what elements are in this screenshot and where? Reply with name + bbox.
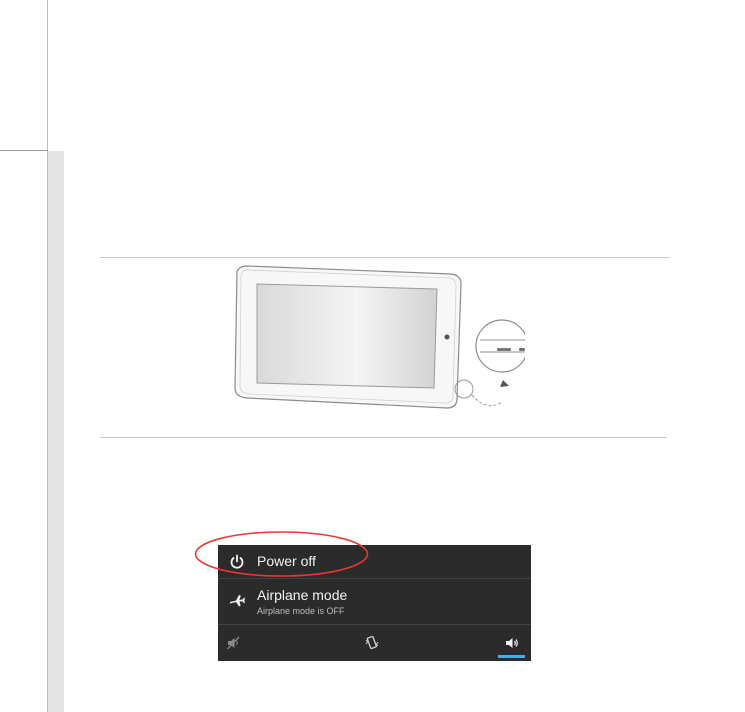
figure-top-rule xyxy=(100,257,670,258)
airplane-mode-option[interactable]: Airplane mode Airplane mode is OFF xyxy=(218,579,531,625)
page-tab-rule xyxy=(0,150,48,151)
airplane-mode-title: Airplane mode xyxy=(257,587,348,603)
airplane-mode-status: Airplane mode is OFF xyxy=(257,606,345,616)
airplane-icon xyxy=(230,595,245,607)
figure-bottom-rule xyxy=(100,437,667,438)
vibrate-mode-icon[interactable] xyxy=(364,635,380,651)
sound-mode-row xyxy=(218,625,531,661)
tablet-power-button-illustration xyxy=(234,265,525,409)
selected-sound-indicator xyxy=(498,655,525,658)
silent-mode-icon[interactable] xyxy=(226,635,242,651)
power-off-highlight-ellipse xyxy=(194,531,369,577)
sound-on-icon[interactable] xyxy=(504,635,520,651)
page-gray-band xyxy=(48,151,64,712)
